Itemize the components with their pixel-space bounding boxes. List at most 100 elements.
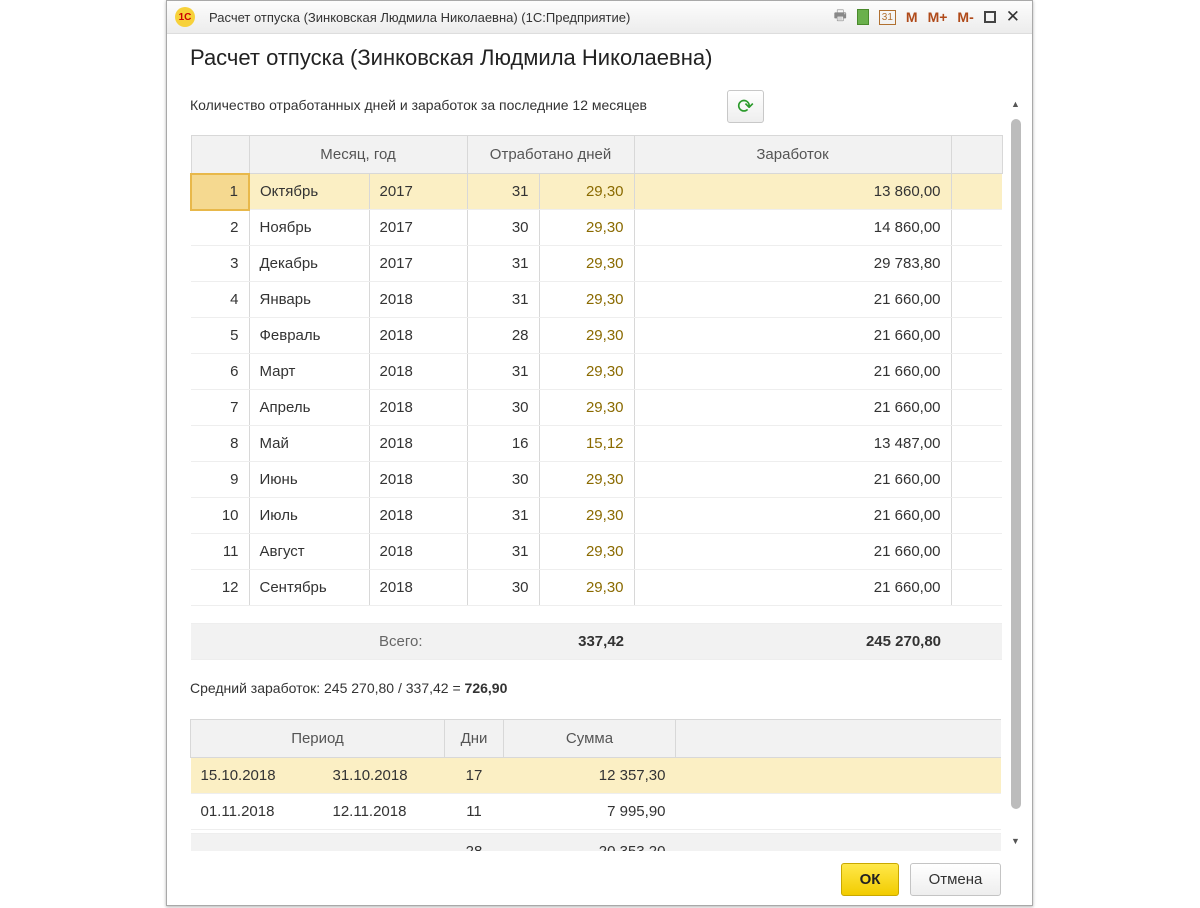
year-cell[interactable]: 2018 — [368, 461, 467, 498]
print-icon[interactable]: 🖶 — [834, 5, 847, 29]
earnings-cell[interactable]: 13 487,00 — [633, 425, 952, 462]
norm-cell[interactable]: 15,12 — [538, 425, 635, 462]
memory-button[interactable]: M — [906, 9, 918, 25]
sum-cell[interactable]: 12 357,30 — [503, 757, 676, 794]
norm-cell[interactable]: 29,30 — [538, 389, 635, 426]
earnings-cell[interactable]: 21 660,00 — [633, 497, 952, 534]
memory-minus-button[interactable]: M- — [957, 9, 973, 25]
header-days[interactable]: Дни — [444, 719, 504, 758]
period-from-cell[interactable]: 15.10.2018 — [190, 757, 323, 794]
norm-cell[interactable]: 29,30 — [538, 533, 635, 570]
table-row[interactable]: 12 Сентябрь 2018 30 29,30 21 660,00 — [191, 569, 1003, 606]
earnings-cell[interactable]: 21 660,00 — [633, 389, 952, 426]
year-cell[interactable]: 2018 — [368, 533, 467, 570]
days-cell[interactable]: 30 — [466, 461, 539, 498]
norm-cell[interactable]: 29,30 — [538, 209, 635, 246]
norm-cell[interactable]: 29,30 — [538, 173, 635, 210]
month-cell[interactable]: Март — [248, 353, 369, 390]
days-cell[interactable]: 11 — [444, 793, 504, 830]
earnings-cell[interactable]: 21 660,00 — [633, 317, 952, 354]
close-icon[interactable]: ✕ — [1006, 7, 1020, 27]
days-cell[interactable]: 28 — [466, 317, 539, 354]
month-cell[interactable]: Октябрь — [248, 173, 369, 210]
year-cell[interactable]: 2017 — [368, 209, 467, 246]
month-cell[interactable]: Ноябрь — [248, 209, 369, 246]
days-cell[interactable]: 16 — [466, 425, 539, 462]
period-to-cell[interactable]: 12.11.2018 — [322, 793, 445, 830]
header-days[interactable]: Отработано дней — [466, 135, 635, 174]
year-cell[interactable]: 2017 — [368, 245, 467, 282]
calendar-icon[interactable]: 31 — [878, 9, 896, 25]
table-row[interactable]: 2 Ноябрь 2017 30 29,30 14 860,00 — [191, 209, 1003, 246]
days-cell[interactable]: 30 — [466, 209, 539, 246]
norm-cell[interactable]: 29,30 — [538, 569, 635, 606]
earnings-cell[interactable]: 29 783,80 — [633, 245, 952, 282]
scroll-up-icon[interactable]: ▲ — [1011, 99, 1020, 109]
table-row[interactable]: 3 Декабрь 2017 31 29,30 29 783,80 — [191, 245, 1003, 282]
days-cell[interactable]: 30 — [466, 569, 539, 606]
table-row[interactable]: 7 Апрель 2018 30 29,30 21 660,00 — [191, 389, 1003, 426]
year-cell[interactable]: 2018 — [368, 281, 467, 318]
header-month-year[interactable]: Месяц, год — [248, 135, 468, 174]
calculator-icon[interactable] — [856, 9, 869, 25]
period-from-cell[interactable]: 01.11.2018 — [190, 793, 323, 830]
header-earnings[interactable]: Заработок — [633, 135, 952, 174]
table-row[interactable]: 15.10.2018 31.10.2018 17 12 357,30 — [190, 757, 1001, 794]
month-cell[interactable]: Февраль — [248, 317, 369, 354]
year-cell[interactable]: 2018 — [368, 425, 467, 462]
table-row[interactable]: 8 Май 2018 16 15,12 13 487,00 — [191, 425, 1003, 462]
table-row[interactable]: 10 Июль 2018 31 29,30 21 660,00 — [191, 497, 1003, 534]
month-cell[interactable]: Август — [248, 533, 369, 570]
earnings-cell[interactable]: 21 660,00 — [633, 353, 952, 390]
days-cell[interactable]: 30 — [466, 389, 539, 426]
ok-button[interactable]: ОК — [841, 863, 899, 896]
table-row[interactable]: 5 Февраль 2018 28 29,30 21 660,00 — [191, 317, 1003, 354]
month-cell[interactable]: Сентябрь — [248, 569, 369, 606]
earnings-cell[interactable]: 21 660,00 — [633, 569, 952, 606]
norm-cell[interactable]: 29,30 — [538, 317, 635, 354]
days-cell[interactable]: 31 — [466, 353, 539, 390]
table-row[interactable]: 1 Октябрь 2017 31 29,30 13 860,00 — [190, 172, 1003, 211]
year-cell[interactable]: 2018 — [368, 353, 467, 390]
header-sum[interactable]: Сумма — [503, 719, 676, 758]
sum-cell[interactable]: 7 995,90 — [503, 793, 676, 830]
refresh-button[interactable]: ⟳ — [727, 90, 764, 123]
year-cell[interactable]: 2017 — [368, 173, 467, 210]
days-cell[interactable]: 17 — [444, 757, 504, 794]
vertical-scrollbar[interactable]: ▲ ▼ — [1011, 99, 1021, 846]
year-cell[interactable]: 2018 — [368, 317, 467, 354]
earnings-cell[interactable]: 14 860,00 — [633, 209, 952, 246]
header-period[interactable]: Период — [190, 719, 445, 758]
table-row[interactable]: 11 Август 2018 31 29,30 21 660,00 — [191, 533, 1003, 570]
month-cell[interactable]: Июнь — [248, 461, 369, 498]
table-row[interactable]: 9 Июнь 2018 30 29,30 21 660,00 — [191, 461, 1003, 498]
days-cell[interactable]: 31 — [466, 245, 539, 282]
days-cell[interactable]: 31 — [466, 497, 539, 534]
earnings-cell[interactable]: 21 660,00 — [633, 461, 952, 498]
norm-cell[interactable]: 29,30 — [538, 497, 635, 534]
days-cell[interactable]: 31 — [466, 173, 539, 210]
norm-cell[interactable]: 29,30 — [538, 281, 635, 318]
month-cell[interactable]: Июль — [248, 497, 369, 534]
norm-cell[interactable]: 29,30 — [538, 461, 635, 498]
earnings-cell[interactable]: 21 660,00 — [633, 533, 952, 570]
month-cell[interactable]: Декабрь — [248, 245, 369, 282]
table-row[interactable]: 6 Март 2018 31 29,30 21 660,00 — [191, 353, 1003, 390]
days-cell[interactable]: 31 — [466, 533, 539, 570]
norm-cell[interactable]: 29,30 — [538, 245, 635, 282]
period-to-cell[interactable]: 31.10.2018 — [322, 757, 445, 794]
maximize-icon[interactable] — [983, 11, 996, 23]
month-cell[interactable]: Апрель — [248, 389, 369, 426]
earnings-cell[interactable]: 21 660,00 — [633, 281, 952, 318]
year-cell[interactable]: 2018 — [368, 569, 467, 606]
year-cell[interactable]: 2018 — [368, 497, 467, 534]
days-cell[interactable]: 31 — [466, 281, 539, 318]
month-cell[interactable]: Май — [248, 425, 369, 462]
cancel-button[interactable]: Отмена — [910, 863, 1001, 896]
month-cell[interactable]: Январь — [248, 281, 369, 318]
scrollbar-thumb[interactable] — [1011, 119, 1021, 809]
table-row[interactable]: 01.11.2018 12.11.2018 11 7 995,90 — [190, 793, 1001, 830]
table-row[interactable]: 4 Январь 2018 31 29,30 21 660,00 — [191, 281, 1003, 318]
memory-plus-button[interactable]: M+ — [928, 9, 948, 25]
year-cell[interactable]: 2018 — [368, 389, 467, 426]
